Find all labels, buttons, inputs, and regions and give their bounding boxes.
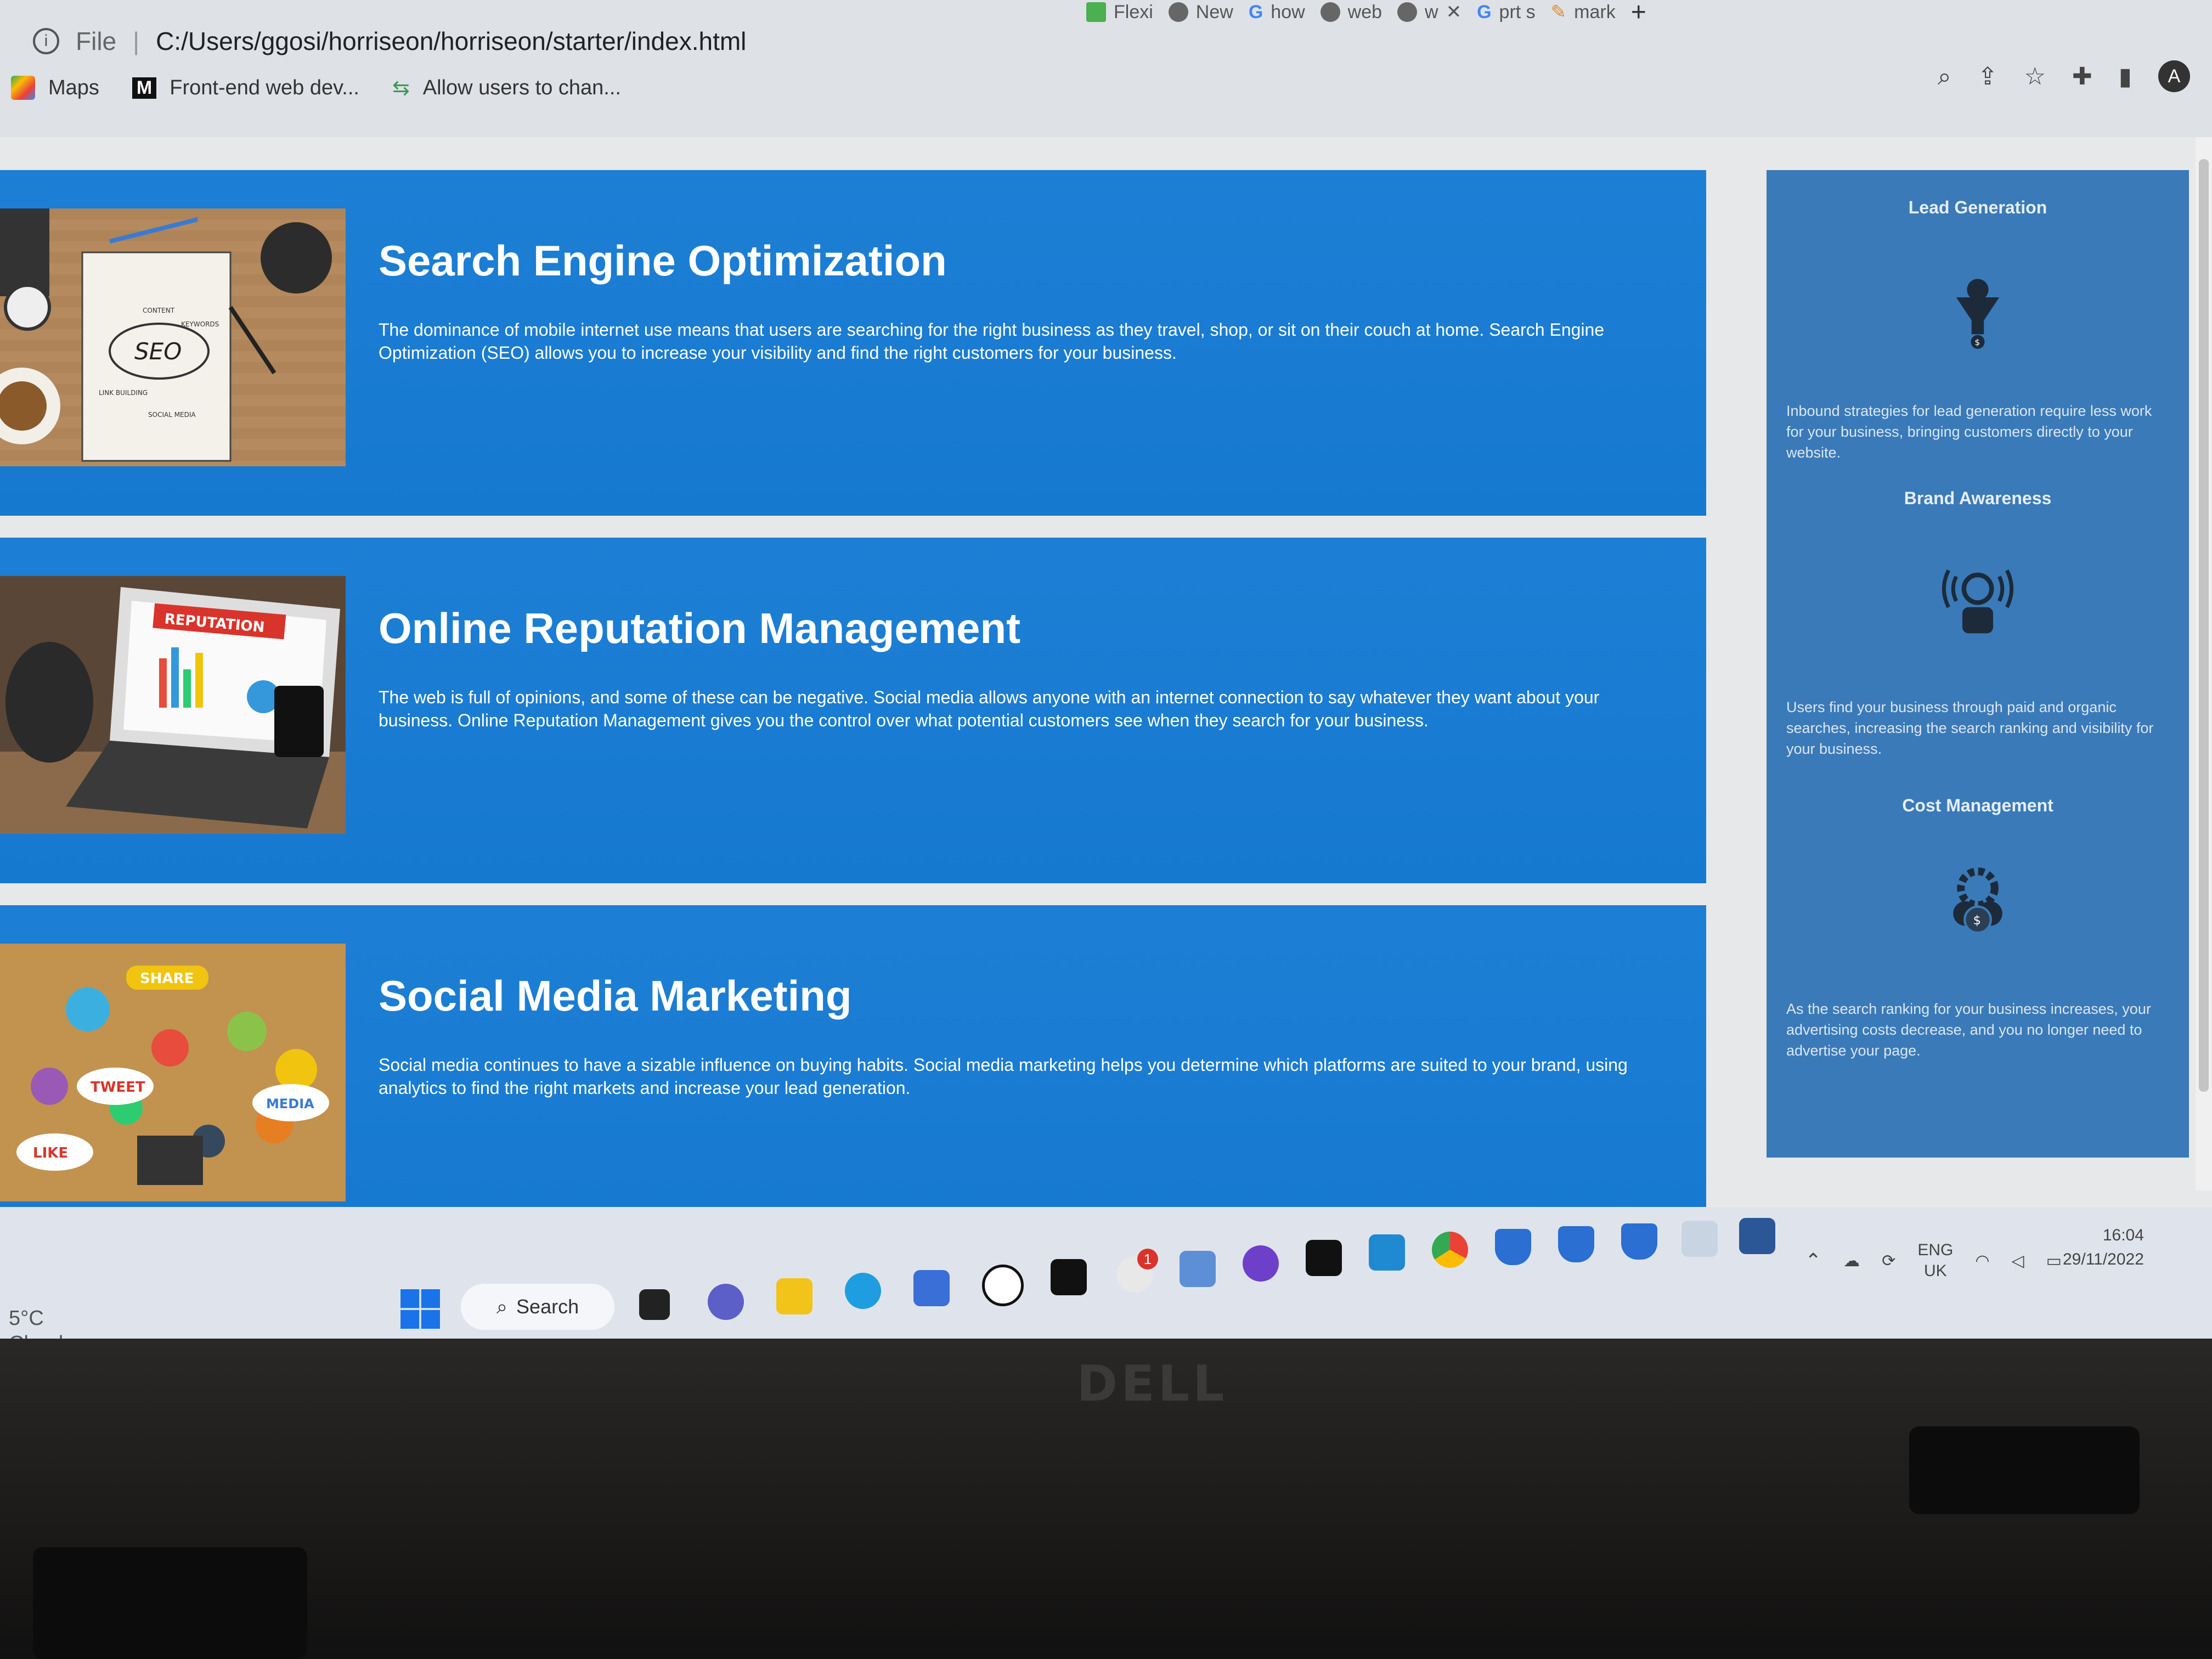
notepad-icon[interactable]: [1180, 1251, 1216, 1287]
wifi-icon[interactable]: ◠: [1975, 1251, 1989, 1271]
chevron-up-icon[interactable]: ⌃: [1805, 1249, 1821, 1272]
benefits-sidebar: Lead Generation $ Inbound strategies for…: [1767, 170, 2189, 1158]
url-text[interactable]: C:/Users/ggosi/horriseon/horriseon/start…: [156, 26, 746, 56]
teams-chat-icon[interactable]: [708, 1284, 744, 1320]
laptop-screen: Flexi New Ghow web w ✕ Gprt s ✎ mark + i F…: [0, 0, 2212, 1350]
shield-icon[interactable]: [1558, 1226, 1594, 1262]
windows-start-icon[interactable]: [400, 1289, 440, 1329]
divider: |: [133, 27, 140, 55]
star-icon[interactable]: ☆: [2024, 63, 2045, 91]
slack-icon[interactable]: 1: [1116, 1249, 1158, 1293]
weather-temp: 5°C: [9, 1307, 44, 1330]
bookmark-frontend[interactable]: M Front-end web dev...: [132, 76, 359, 100]
task-view-icon[interactable]: [639, 1289, 670, 1320]
svg-text:LIKE: LIKE: [33, 1145, 68, 1161]
svg-text:TWEET: TWEET: [91, 1079, 145, 1096]
svg-text:LINK BUILDING: LINK BUILDING: [99, 389, 148, 397]
svg-text:SOCIAL MEDIA: SOCIAL MEDIA: [148, 411, 196, 419]
benefit-title: Lead Generation: [1908, 198, 2047, 217]
benefit-description: As the search ranking for your business …: [1786, 1001, 2151, 1059]
app-window-icon[interactable]: [1681, 1221, 1718, 1257]
battery-icon[interactable]: ▭: [2046, 1251, 2062, 1271]
browser-toolbar: ⌕ ⇪ ☆ ✚ ▮ A: [1938, 60, 2190, 92]
github-desktop-icon[interactable]: [1243, 1245, 1279, 1282]
benefit-title: Brand Awareness: [1904, 488, 2052, 508]
file-explorer-icon[interactable]: [776, 1278, 812, 1314]
clock-date: 29/11/2022: [2063, 1250, 2144, 1268]
word-icon[interactable]: [1739, 1218, 1775, 1254]
maps-icon: [11, 76, 35, 100]
chrome-icon[interactable]: [1432, 1232, 1468, 1268]
share-icon[interactable]: ⇪: [1978, 63, 1998, 91]
sidepanel-icon[interactable]: ▮: [2119, 63, 2132, 91]
bookmark-maps[interactable]: Maps: [11, 76, 99, 100]
service-description: The web is full of opinions, and some of…: [379, 687, 1600, 730]
hinge-right: [1909, 1426, 2140, 1514]
taskbar: 5°C Cloudy ⌕ Search 1: [0, 1207, 2212, 1350]
social-media-image: SHARE TWEET LIKE MEDIA: [0, 944, 346, 1201]
volume-icon[interactable]: ◁: [2012, 1251, 2024, 1271]
system-tray: ⌃ ☁ ⟳ ENG UK ◠ ◁ ▭: [1805, 1240, 2062, 1282]
sync-icon[interactable]: ⟳: [1882, 1251, 1895, 1271]
service-title: Social Media Marketing: [379, 972, 852, 1020]
funnel-dollar-icon: $: [1956, 279, 2000, 349]
file-label: File: [76, 27, 117, 55]
notification-badge: 1: [1137, 1249, 1158, 1269]
service-social-media: SHARE TWEET LIKE MEDIA Social Media Mark…: [0, 905, 1706, 1251]
gear-dollar-icon: $: [1953, 867, 2002, 934]
scrollbar-thumb[interactable]: [2199, 159, 2209, 1092]
hinge-left: [33, 1547, 307, 1659]
dell-logo: DELL: [1076, 1355, 1228, 1413]
dell-app-icon[interactable]: [982, 1265, 1024, 1306]
lightbulb-broadcast-icon: [1942, 569, 2013, 634]
seo-image-label: SEO: [134, 338, 182, 365]
web-page: SEO CONTENT KEYWORDS LINK BUILDING SOCIA…: [0, 137, 2212, 1251]
svg-text:SHARE: SHARE: [140, 970, 194, 987]
benefit-description: Inbound strategies for lead generation r…: [1786, 403, 2152, 461]
edge-icon[interactable]: [845, 1273, 881, 1309]
service-description: The dominance of mobile internet use mea…: [379, 320, 1605, 363]
svg-text:$: $: [1974, 337, 1980, 347]
extensions-icon[interactable]: ✚: [2072, 63, 2092, 91]
store-icon[interactable]: [913, 1270, 950, 1306]
bookmark-allow-users[interactable]: ⇆ Allow users to chan...: [392, 76, 621, 100]
svg-text:MEDIA: MEDIA: [266, 1096, 314, 1111]
page-scrollbar[interactable]: [2196, 137, 2212, 1190]
svg-text:KEYWORDS: KEYWORDS: [181, 320, 219, 328]
service-title: Online Reputation Management: [379, 604, 1021, 652]
info-icon[interactable]: i: [33, 28, 59, 54]
seo-image: SEO CONTENT KEYWORDS LINK BUILDING SOCIA…: [0, 208, 346, 466]
shield-icon[interactable]: [1621, 1223, 1657, 1260]
search-icon: ⌕: [496, 1295, 508, 1318]
clock[interactable]: 16:04 29/11/2022: [2063, 1223, 2144, 1272]
benefit-title: Cost Management: [1902, 795, 2053, 815]
service-seo: SEO CONTENT KEYWORDS LINK BUILDING SOCIA…: [0, 170, 1706, 516]
avatar[interactable]: A: [2158, 60, 2190, 92]
bookmarks-bar: Maps M Front-end web dev... ⇆ Allow users …: [11, 66, 1931, 110]
benefit-description: Users find your business through paid an…: [1786, 699, 2154, 757]
service-description: Social media continues to have a sizable…: [379, 1055, 1628, 1098]
zoom-icon[interactable]: ⌕: [1938, 63, 1951, 91]
svg-text:$: $: [1973, 913, 1981, 928]
service-reputation: REPUTATION Online Reputation Management …: [0, 538, 1706, 883]
terminal-icon[interactable]: [1306, 1240, 1342, 1276]
address-bar[interactable]: i File | C:/Users/ggosi/horriseon/horris…: [33, 11, 2162, 71]
shield-icon[interactable]: [1495, 1229, 1531, 1265]
svg-text:CONTENT: CONTENT: [143, 307, 175, 314]
language-indicator[interactable]: ENG UK: [1917, 1240, 1953, 1282]
medium-icon: M: [132, 77, 157, 99]
reputation-image: REPUTATION: [0, 576, 346, 834]
service-title: Search Engine Optimization: [379, 236, 947, 285]
clock-time: 16:04: [2102, 1226, 2144, 1244]
link-icon: ⇆: [392, 76, 410, 100]
cloud-icon[interactable]: ☁: [1843, 1251, 1860, 1271]
sticky-notes-icon[interactable]: [1051, 1259, 1087, 1295]
browser-chrome: Flexi New Ghow web w ✕ Gprt s ✎ mark + i F…: [0, 0, 2212, 137]
vscode-icon[interactable]: [1369, 1234, 1405, 1271]
taskbar-search[interactable]: ⌕ Search: [461, 1284, 614, 1330]
